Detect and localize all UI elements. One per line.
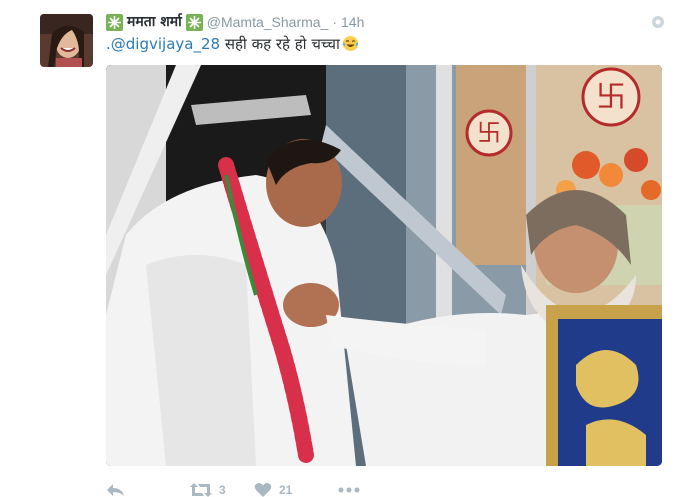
tweet-photo[interactable]: 卐 卐 <box>106 65 662 466</box>
tweet-body: सही कह रहे हो चच्चा <box>220 35 340 53</box>
more-button[interactable] <box>338 482 360 497</box>
settings-caret-icon[interactable] <box>651 15 665 29</box>
green-leaf-icon <box>106 13 123 31</box>
reply-icon <box>107 484 124 496</box>
tweet: ममता शर्मा @Mamta_Sharma_ · 14h .@digvij… <box>0 0 679 497</box>
reply-button[interactable] <box>106 482 190 497</box>
avatar[interactable] <box>40 14 93 67</box>
display-name[interactable]: ममता शर्मा <box>127 13 182 31</box>
like-count: 21 <box>279 483 293 497</box>
more-dots-icon <box>338 487 360 493</box>
tweet-actions: 3 21 <box>106 481 360 497</box>
green-leaf-icon <box>185 13 203 31</box>
retweet-count: 3 <box>219 483 226 497</box>
svg-text:卐: 卐 <box>477 119 501 147</box>
tears-of-joy-emoji-icon <box>342 35 359 52</box>
user-handle[interactable]: @Mamta_Sharma_ <box>207 13 329 31</box>
tweet-text: .@digvijaya_28 सही कह रहे हो चच्चा <box>106 34 359 54</box>
tweet-header: ममता शर्मा @Mamta_Sharma_ · 14h <box>106 13 364 31</box>
like-button[interactable]: 21 <box>254 482 338 497</box>
separator-dot: · <box>332 14 338 30</box>
timestamp[interactable]: 14h <box>341 13 364 31</box>
retweet-icon <box>190 483 212 497</box>
retweet-button[interactable]: 3 <box>190 482 254 497</box>
svg-text:卐: 卐 <box>596 80 626 115</box>
mention-link[interactable]: .@digvijaya_28 <box>106 35 220 53</box>
heart-icon <box>254 483 272 497</box>
